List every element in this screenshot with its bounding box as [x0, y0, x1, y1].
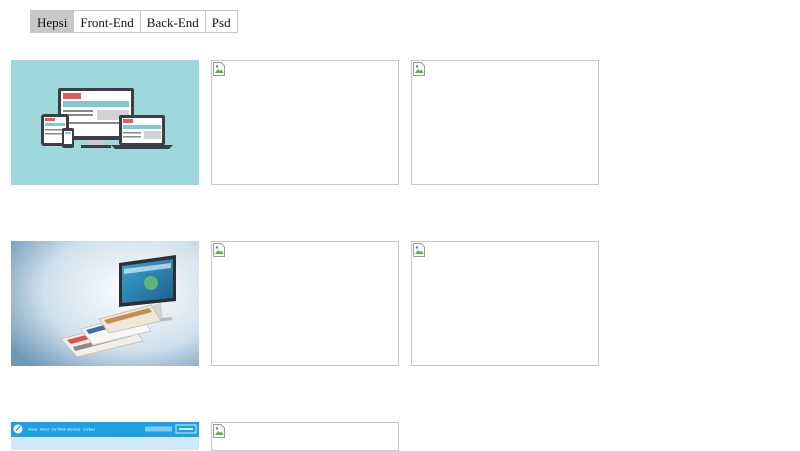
portfolio-image-broken[interactable]	[411, 241, 599, 366]
header-nav-item: Contact	[83, 428, 95, 432]
broken-image-icon	[413, 62, 425, 76]
broken-image-icon	[213, 243, 225, 257]
portfolio-image-broken[interactable]	[211, 60, 399, 185]
broken-image-icon	[413, 243, 425, 257]
header-nav-item: Services	[67, 428, 81, 432]
header-nav-item: Home	[28, 428, 37, 432]
portfolio-image-website-header[interactable]: Home About Our Work Services Contact	[11, 422, 199, 450]
filter-psd-button[interactable]: Psd	[204, 10, 238, 33]
monitor-webpages-illustration	[11, 241, 199, 366]
header-nav-item: About	[40, 428, 49, 432]
filter-bar: Hepsi Front-End Back-End Psd	[30, 10, 238, 33]
filter-front-end-button[interactable]: Front-End	[73, 10, 141, 33]
portfolio-image-responsive-devices[interactable]	[11, 60, 199, 185]
portfolio-image-broken[interactable]	[211, 422, 399, 451]
portfolio-image-broken[interactable]	[411, 60, 599, 185]
responsive-devices-illustration	[11, 60, 199, 185]
header-nav-item: Our Work	[51, 428, 66, 432]
broken-image-icon	[213, 424, 225, 438]
website-header-illustration: Home About Our Work Services Contact	[11, 422, 199, 450]
portfolio-image-broken[interactable]	[211, 241, 399, 366]
filter-all-button[interactable]: Hepsi	[30, 10, 75, 33]
filter-back-end-button[interactable]: Back-End	[139, 10, 206, 33]
portfolio-image-monitor-webpages[interactable]	[11, 241, 199, 366]
broken-image-icon	[213, 62, 225, 76]
